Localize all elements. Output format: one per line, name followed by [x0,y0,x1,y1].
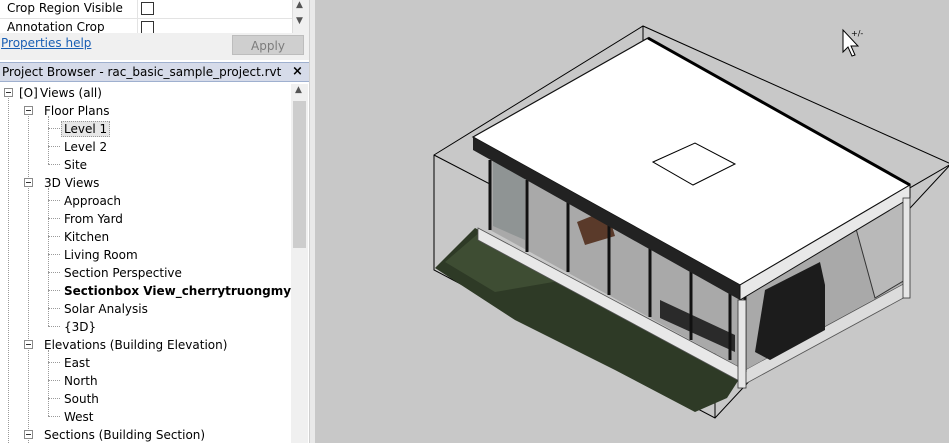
collapse-elevations-toggle[interactable] [24,340,33,349]
tree-node-site[interactable]: Site [64,156,87,174]
tree-guide [48,350,49,416]
properties-palette: Crop Region Visible Annotation Crop ▲ ▼ … [0,0,309,60]
column [737,299,747,389]
property-row-crop-region-visible: Crop Region Visible [0,0,292,19]
apply-button[interactable]: Apply [232,35,304,55]
tree-node-north[interactable]: North [64,372,98,390]
tree-connector [48,146,60,147]
property-label: Annotation Crop [7,20,105,34]
tree-node-3d-default[interactable]: {3D} [64,318,96,336]
tree-node-level-1[interactable]: Level 1 [61,120,111,138]
scroll-up-icon[interactable]: ▲ [295,85,302,95]
tree-node-elevations[interactable]: Elevations (Building Elevation) [44,336,227,354]
tree-node-from-yard[interactable]: From Yard [64,210,123,228]
project-browser-title: Project Browser - rac_basic_sample_proje… [2,65,282,79]
collapse-floor-plans-toggle[interactable] [24,106,33,115]
tree-node-sections[interactable]: Sections (Building Section) [44,426,205,443]
tree-guide [28,116,29,443]
tree-guide [8,98,9,443]
tree-node-approach[interactable]: Approach [64,192,121,210]
svg-text:+/-: +/- [851,29,863,38]
property-label: Crop Region Visible [7,1,123,15]
left-panel: Crop Region Visible Annotation Crop ▲ ▼ … [0,0,309,443]
tree-node-west[interactable]: West [64,408,94,426]
tree-connector [48,236,60,237]
scroll-up-icon[interactable]: ▲ [296,0,303,10]
tree-connector [48,128,60,129]
collapse-views-toggle[interactable] [4,88,13,97]
scroll-down-icon[interactable]: ▼ [296,16,303,26]
tree-node-living-room[interactable]: Living Room [64,246,138,264]
tree-connector [48,164,60,165]
selected-item-label: Level 1 [61,121,111,137]
tree-connector [48,290,60,291]
tree-connector [48,416,60,417]
collapse-sections-toggle[interactable] [24,430,33,439]
tree-node-floor-plans[interactable]: Floor Plans [44,102,109,120]
tree-node-level-2[interactable]: Level 2 [64,138,107,156]
project-browser-header: Project Browser - rac_basic_sample_proje… [0,62,309,82]
tree-guide [48,116,49,164]
crop-region-visible-checkbox[interactable] [141,2,154,15]
properties-help-link[interactable]: Properties help [1,36,91,50]
tree-node-south[interactable]: South [64,390,99,408]
tree-node-views-all[interactable]: Views (all) [40,84,102,102]
column [902,197,911,299]
tree-node-solar-analysis[interactable]: Solar Analysis [64,300,148,318]
project-browser-scrollbar[interactable]: ▲ [291,84,308,443]
tree-connector [48,380,60,381]
tree-node-east[interactable]: East [64,354,90,372]
tree-node-kitchen[interactable]: Kitchen [64,228,109,246]
properties-scrollbar[interactable]: ▲ ▼ [292,0,309,33]
close-icon[interactable]: × [292,64,303,79]
tree-connector [48,326,60,327]
3d-model-view: +/- [433,25,949,419]
views-icon: [O] [19,86,38,100]
tree-connector [48,272,60,273]
tree-connector [48,362,60,363]
tree-guide [48,188,49,326]
property-column-divider [137,0,138,36]
tree-connector [48,398,60,399]
tree-connector [48,308,60,309]
scrollbar-thumb[interactable] [293,101,306,248]
3d-viewport[interactable]: +/- [315,0,949,443]
properties-footer: Properties help Apply [0,33,309,60]
tree-connector [48,200,60,201]
tree-node-3d-views[interactable]: 3D Views [44,174,99,192]
tree-node-section-perspective[interactable]: Section Perspective [64,264,182,282]
project-browser-tree: [O] Views (all) Floor Plans Level 1 Leve… [0,84,291,443]
tree-connector [48,254,60,255]
tree-connector [48,218,60,219]
property-row-annotation-crop: Annotation Crop [0,19,292,34]
collapse-3d-views-toggle[interactable] [24,178,33,187]
tree-node-sectionbox-view[interactable]: Sectionbox View_cherrytruongmyhoa [64,282,291,300]
arrow-cursor-plus-icon: +/- [842,28,863,57]
